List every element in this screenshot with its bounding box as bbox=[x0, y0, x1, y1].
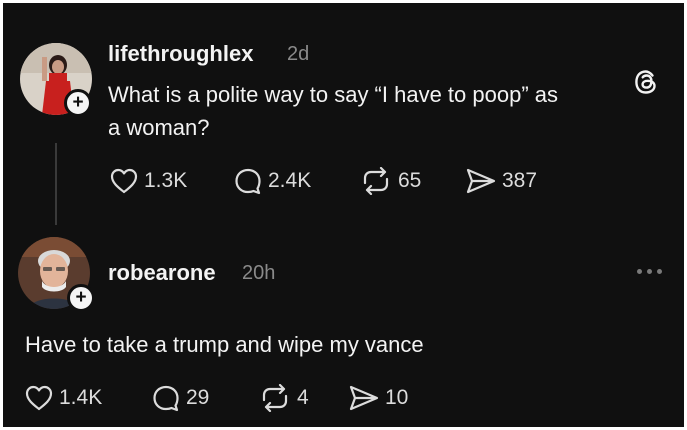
post-time: 2d bbox=[287, 43, 310, 65]
reply-share-count: 10 bbox=[385, 386, 409, 409]
heart-icon bbox=[25, 385, 53, 411]
post-actions: 1.3K 2.4K 65 387 bbox=[109, 167, 537, 195]
post-username[interactable]: lifethroughlex bbox=[108, 41, 253, 67]
send-icon bbox=[349, 385, 379, 411]
comment-icon bbox=[153, 385, 179, 412]
reply-username[interactable]: robearone bbox=[108, 260, 216, 286]
post-repost-button[interactable]: 65 bbox=[359, 167, 465, 195]
reply-time: 20h bbox=[242, 262, 276, 284]
reply-actions: 1.4K 29 4 10 bbox=[24, 384, 408, 412]
threads-feed: + lifethroughlex 2d What is a polite way… bbox=[3, 3, 684, 427]
post-like-button[interactable]: 1.3K bbox=[109, 167, 233, 195]
post-repost-count: 65 bbox=[398, 169, 422, 192]
post-like-count: 1.3K bbox=[144, 169, 188, 192]
follow-plus-icon[interactable]: + bbox=[67, 284, 95, 312]
more-options-icon[interactable] bbox=[637, 269, 662, 274]
post-share-button[interactable]: 387 bbox=[465, 167, 537, 195]
comment-icon bbox=[235, 168, 261, 195]
thread-connector-line bbox=[55, 143, 57, 225]
reply-reply-count: 29 bbox=[186, 386, 210, 409]
reply-share-button[interactable]: 10 bbox=[348, 384, 408, 412]
post-text-line-2: a woman? bbox=[108, 115, 210, 140]
heart-icon bbox=[110, 168, 138, 194]
send-icon bbox=[466, 168, 496, 194]
reply-repost-count: 4 bbox=[297, 386, 309, 409]
repost-icon bbox=[363, 167, 389, 195]
reply-like-count: 1.4K bbox=[59, 386, 103, 409]
post-reply-button[interactable]: 2.4K bbox=[233, 167, 359, 195]
follow-plus-icon[interactable]: + bbox=[64, 89, 92, 117]
post-text-line-1: What is a polite way to say “I have to p… bbox=[108, 82, 559, 107]
reply-like-button[interactable]: 1.4K bbox=[24, 384, 151, 412]
post-text: What is a polite way to say “I have to p… bbox=[108, 78, 558, 144]
post-reply-count: 2.4K bbox=[268, 169, 312, 192]
reply-reply-button[interactable]: 29 bbox=[151, 384, 258, 412]
threads-logo-icon[interactable] bbox=[633, 69, 659, 100]
post-share-count: 387 bbox=[502, 169, 538, 192]
repost-icon bbox=[262, 384, 288, 412]
reply-text: Have to take a trump and wipe my vance bbox=[25, 332, 424, 357]
reply-repost-button[interactable]: 4 bbox=[258, 384, 348, 412]
